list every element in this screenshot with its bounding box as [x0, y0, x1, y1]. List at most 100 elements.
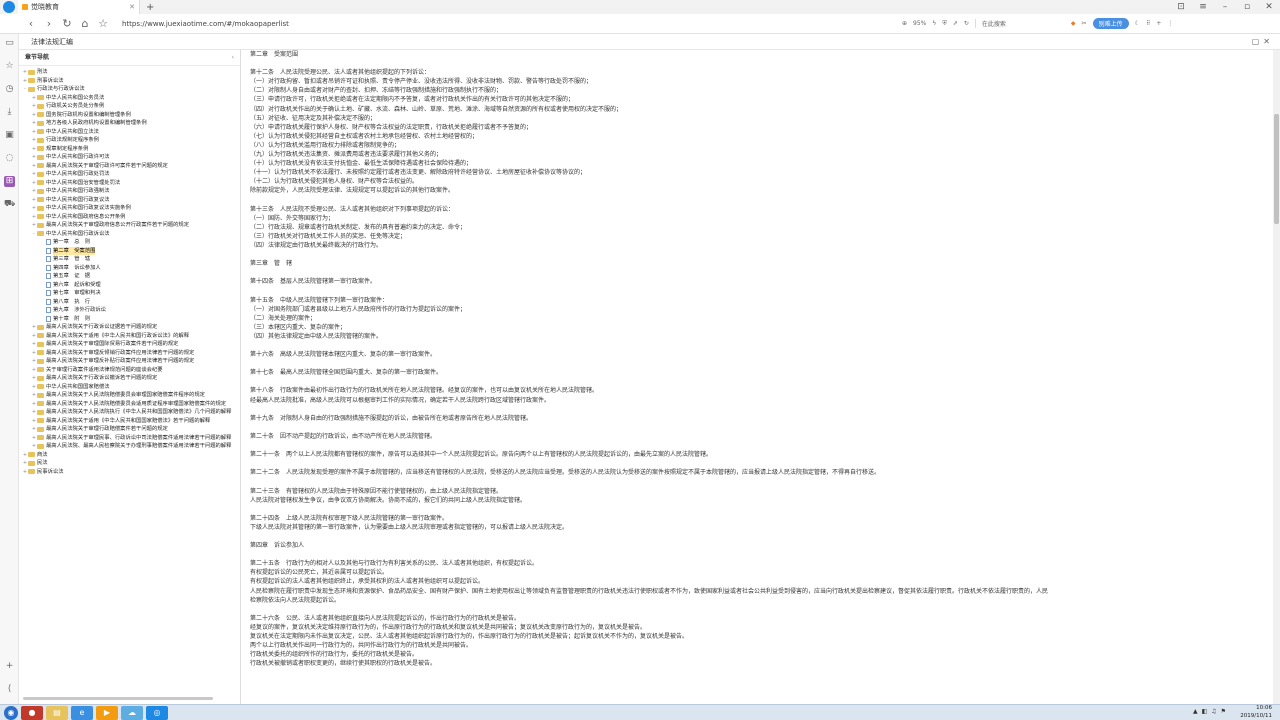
tree-node[interactable]: + 最高人民法院关于审理反倾销行政案件应用法律若干问题的规定	[19, 349, 240, 358]
close-window-button[interactable]: ✕	[1258, 0, 1280, 14]
game-icon[interactable]: ◆	[1071, 20, 1076, 27]
tree-node[interactable]: + 商法	[19, 451, 240, 460]
tree-node[interactable]: + 最高人民法院关于适用《中华人民共和国国家赔偿法》若干问题的解释	[19, 417, 240, 426]
chapter-item[interactable]: 第二章 受案范围	[19, 246, 240, 255]
tree-node[interactable]: + 刑法	[19, 68, 240, 77]
favorites-icon[interactable]: ☆	[4, 61, 15, 72]
zoom-level[interactable]: 95%	[913, 20, 926, 27]
new-tab-button[interactable]: +	[146, 2, 154, 13]
clock[interactable]: 10:06 2019/10/11	[1240, 705, 1272, 720]
tree-node[interactable]: + 民事诉讼法	[19, 468, 240, 477]
tab-close-icon[interactable]: ✕	[129, 3, 135, 11]
taskbar-media-icon[interactable]: ▶	[96, 705, 118, 720]
content-scrollbar[interactable]	[1273, 50, 1280, 704]
download-icon[interactable]: ⤓	[4, 107, 15, 118]
tree-node[interactable]: + 刑事诉讼法	[19, 77, 240, 86]
tree-node[interactable]: + 最高人民法院关于审理行政许可案件若干问题的规定	[19, 162, 240, 171]
tree-node[interactable]: - 中华人民共和国行政诉讼法	[19, 230, 240, 239]
tree-node[interactable]: + 中华人民共和国行政强制法	[19, 187, 240, 196]
more-icon[interactable]: ⋮	[1167, 20, 1173, 27]
tree-node[interactable]: + 最高人民法院关于人民法院赔偿委员会适用质证程序审理国家赔偿案件的规定	[19, 400, 240, 409]
browser-tab[interactable]: 觉晓教育 ✕	[18, 0, 140, 14]
chapter-item[interactable]: 第三章 管 辖	[19, 255, 240, 264]
chapter-item[interactable]: 第十章 附 则	[19, 315, 240, 324]
tree-node[interactable]: + 最高人民法院关于审理民事、行政诉讼中司法赔偿案件适用法律若干问题的解释	[19, 434, 240, 443]
chapter-item[interactable]: 第七章 审理和判决	[19, 289, 240, 298]
tree-node[interactable]: + 最高人民法院关于行政诉讼撤诉若干问题的规定	[19, 374, 240, 383]
tree-node[interactable]: + 最高人民法院关于审理国际贸易行政案件若干问题的规定	[19, 340, 240, 349]
cart-icon[interactable]: ⛟	[4, 199, 15, 210]
minimize-button[interactable]: –	[1214, 0, 1236, 14]
tree-node[interactable]: + 中华人民共和国行政许可法	[19, 153, 240, 162]
tree-node[interactable]: + 最高人民法院关于人民法院执行《中华人民共和国国家赔偿法》几个问题的解释	[19, 408, 240, 417]
taskbar-cloud-icon[interactable]: ☁	[121, 705, 143, 720]
tree-node[interactable]: + 中华人民共和国行政复议法实施条例	[19, 204, 240, 213]
tree-node[interactable]: + 关于审理行政案件适用法律规范问题的座谈会纪要	[19, 366, 240, 375]
tree-node[interactable]: + 国务院行政机构设置和编制管理条例	[19, 111, 240, 120]
tree-node[interactable]: + 最高人民法院关于行政诉讼证据若干问题的规定	[19, 323, 240, 332]
chapter-item[interactable]: 第六章 起诉和受理	[19, 281, 240, 290]
address-bar[interactable]: https://www.juexiaotime.com/#/mokaopaper…	[122, 20, 902, 28]
tree-node[interactable]: + 行政机关公务员处分条例	[19, 102, 240, 111]
tree-node[interactable]: + 中华人民共和国国家赔偿法	[19, 383, 240, 392]
chat-icon[interactable]: ◌	[4, 153, 15, 164]
chapter-item[interactable]: 第九章 涉外行政诉讼	[19, 306, 240, 315]
lightning-icon[interactable]: ϟ	[932, 20, 936, 27]
start-button[interactable]: ◉	[4, 705, 18, 720]
tree-node[interactable]: + 中华人民共和国治安管理处罚法	[19, 179, 240, 188]
reader-icon[interactable]: ▭	[4, 38, 15, 49]
tree-node[interactable]: + 最高人民法院、最高人民检察院关于办理刑事赔偿案件适用法律若干问题的解释	[19, 442, 240, 451]
back-button[interactable]: ‹	[22, 17, 40, 30]
tree-node[interactable]: + 最高人民法院关于审理行政赔偿案件若干问题的规定	[19, 425, 240, 434]
menu-icon[interactable]: ≡	[1192, 0, 1214, 14]
tree-node[interactable]: + 最高人民法院关于审理反补贴行政案件应用法律若干问题的规定	[19, 357, 240, 366]
sidebar-horizontal-scrollbar[interactable]	[19, 696, 241, 701]
chapter-item[interactable]: 第四章 诉讼参加人	[19, 264, 240, 273]
chapter-item[interactable]: 第一章 总 则	[19, 238, 240, 247]
tree-node[interactable]: - 行政法与行政诉讼法	[19, 85, 240, 94]
tree-node[interactable]: + 中华人民共和国公务员法	[19, 94, 240, 103]
chapter-item[interactable]: 第五章 证 据	[19, 272, 240, 281]
tree-node[interactable]: + 中华人民共和国政府信息公开条例	[19, 213, 240, 222]
home-button[interactable]: ⌂	[76, 17, 94, 30]
shield-icon[interactable]: ⛨	[942, 20, 947, 28]
star-icon[interactable]: ☆	[94, 17, 112, 30]
upload-badge[interactable]: 别难上传	[1092, 18, 1129, 29]
taskbar-ie-icon[interactable]: e	[71, 705, 93, 720]
tree-node[interactable]: + 最高人民法院关于审理政府信息公开行政案件若干问题的规定	[19, 221, 240, 230]
history-icon[interactable]: ◷	[4, 84, 15, 95]
tree-node[interactable]: + 行政法规制定程序条例	[19, 136, 240, 145]
app-icon[interactable]: ⊞	[4, 176, 15, 187]
tree-node[interactable]: + 民法	[19, 459, 240, 468]
taskbar-browser-icon[interactable]: ◎	[146, 705, 168, 720]
chapter-item[interactable]: 第八章 执 行	[19, 298, 240, 307]
share-icon[interactable]: ⇗	[953, 20, 958, 27]
tree-node[interactable]: + 中华人民共和国立法法	[19, 128, 240, 137]
forward-button[interactable]: ›	[40, 17, 58, 30]
night-icon[interactable]: ☾	[1135, 20, 1140, 27]
system-tray[interactable]: ▲◧♫⚑	[1193, 708, 1230, 715]
refresh-icon[interactable]: ↻	[964, 20, 969, 27]
skin-icon[interactable]: ⊡	[1170, 0, 1192, 14]
restore-icon[interactable]: ▢	[1252, 37, 1264, 46]
grid-icon[interactable]: ⠿	[1146, 20, 1150, 27]
tree-node[interactable]: + 地方各级人民政府机构设置和编制管理条例	[19, 119, 240, 128]
collapse-sidebar-icon[interactable]: ‹	[232, 50, 234, 66]
zoom-icon[interactable]: ⊕	[902, 20, 907, 27]
taskbar-explorer-icon[interactable]: ▤	[46, 705, 68, 720]
maximize-button[interactable]: ▫	[1236, 0, 1258, 14]
video-icon[interactable]: ▣	[4, 130, 15, 141]
tree-node[interactable]: + 中华人民共和国行政处罚法	[19, 170, 240, 179]
collapse-rail-icon[interactable]: ⟨	[4, 684, 15, 695]
tree-node[interactable]: + 规章制定程序条例	[19, 145, 240, 154]
tree-node[interactable]: + 最高人民法院关于人民法院赔偿委员会审理国家赔偿案件程序的规定	[19, 391, 240, 400]
tree-node[interactable]: + 最高人民法院关于适用《中华人民共和国行政诉讼法》的解释	[19, 332, 240, 341]
add-rail-icon[interactable]: +	[4, 661, 15, 672]
close-icon[interactable]: ✕	[1263, 37, 1274, 46]
tree-node[interactable]: + 中华人民共和国行政复议法	[19, 196, 240, 205]
add-icon[interactable]: +	[1156, 20, 1161, 27]
search-box[interactable]: 在此搜索	[974, 19, 1065, 28]
cut-icon[interactable]: ✂	[1082, 20, 1087, 27]
reload-button[interactable]: ↻	[58, 17, 76, 30]
taskbar-app-icon[interactable]: ●	[21, 705, 43, 720]
